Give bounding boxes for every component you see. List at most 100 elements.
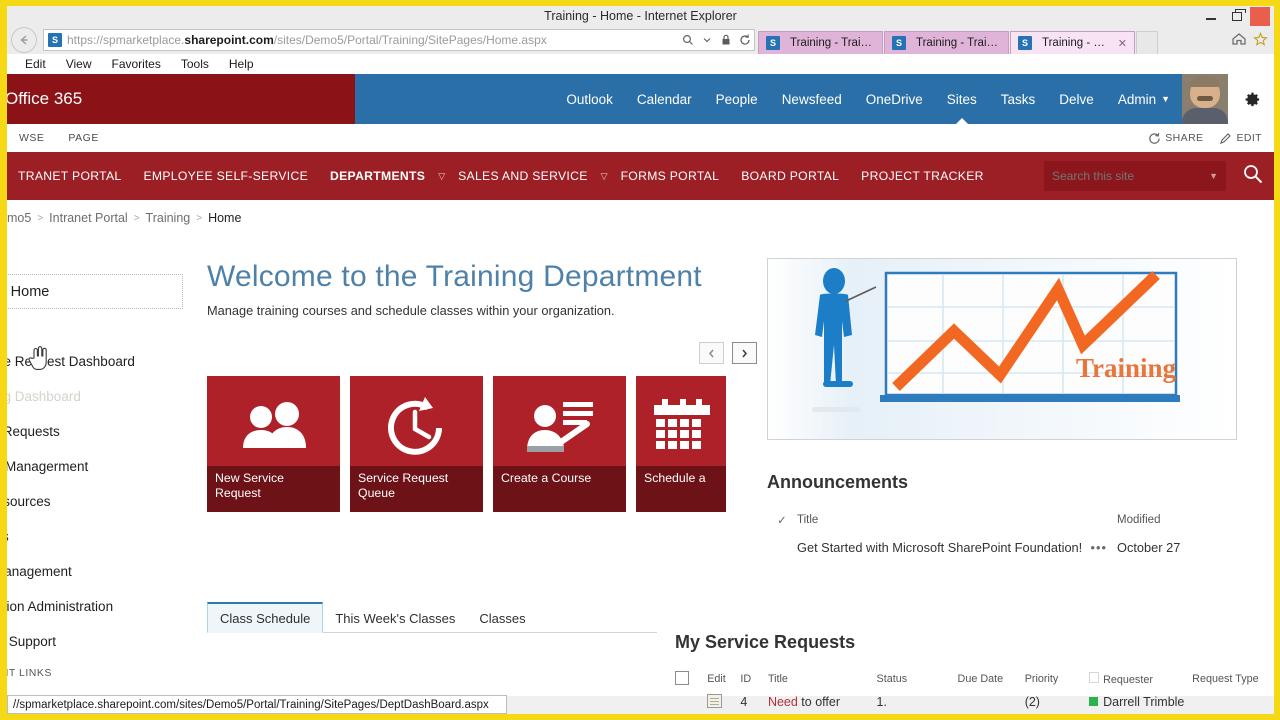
tab-this-weeks-classes[interactable]: This Week's Classes [323, 604, 467, 632]
column-header-requester[interactable]: Requester [1089, 672, 1192, 686]
address-input[interactable]: S https://spmarketplace.sharepoint.com/s… [43, 29, 755, 51]
edit-links-button[interactable]: ✎ EDIT LINKS [0, 659, 184, 687]
close-button[interactable] [1250, 7, 1270, 26]
nav-item-board-portal[interactable]: BOARD PORTAL [730, 169, 850, 183]
chevron-down-icon[interactable]: ▽ [599, 171, 610, 182]
browser-tab-3-active[interactable]: S Training - Home ✕ [1010, 31, 1135, 54]
browser-tab-2[interactable]: S Training - Trainin... [884, 31, 1009, 54]
column-header-id[interactable]: ID [740, 673, 768, 685]
carousel-prev-button[interactable] [699, 342, 724, 364]
avatar[interactable] [1182, 74, 1228, 124]
row-edit-button[interactable] [707, 694, 740, 711]
column-header-due-date[interactable]: Due Date [958, 673, 1025, 685]
sidebar-item-application-administration[interactable]: plication Administration [0, 589, 184, 624]
suite-link-newsfeed[interactable]: Newsfeed [770, 74, 854, 124]
browser-tab-label: Training - Trainin... [790, 37, 875, 49]
cell-title[interactable]: Need to offer [768, 695, 877, 709]
browser-tab-1[interactable]: S Training - Trainin... [758, 31, 883, 54]
menu-item-edit[interactable]: Edit [15, 57, 56, 71]
tile-caption: Schedule a [636, 466, 726, 512]
quick-launch-sidebar: ining Home ome ervice Request Dashboard … [0, 274, 184, 715]
sidebar-item-install-support[interactable]: tall & Support [0, 624, 184, 659]
suite-link-delve[interactable]: Delve [1047, 74, 1106, 124]
sidebar-item-training-home[interactable]: ining Home [0, 274, 183, 309]
sidebar-item-training-dashboard[interactable]: aining Dashboard [0, 379, 184, 414]
chevron-down-icon[interactable]: ▼ [1209, 171, 1218, 181]
promoted-links-tiles: New Service Request Service Request Queu… [207, 376, 767, 512]
ribbon-tab-browse[interactable]: WSE [7, 132, 56, 144]
chevron-down-icon: ▼ [1161, 94, 1170, 104]
breadcrumb-item-training[interactable]: Training [146, 211, 191, 225]
sidebar-item-staff-resources[interactable]: ff Resources [0, 484, 184, 519]
nav-item-departments[interactable]: DEPARTMENTS [319, 169, 436, 183]
nav-item-sales-and-service[interactable]: SALES AND SERVICE [447, 169, 599, 183]
office365-brand[interactable]: Office 365 [7, 74, 355, 124]
browser-tab-label: Training - Trainin... [916, 37, 1001, 49]
column-header-priority[interactable]: Priority [1025, 673, 1089, 685]
nav-item-intranet-portal[interactable]: TRANET PORTAL [7, 169, 132, 183]
edit-icon [707, 694, 722, 708]
suite-link-calendar[interactable]: Calendar [625, 74, 704, 124]
site-search-box[interactable]: ▼ [1044, 161, 1226, 191]
breadcrumb-item-demo5[interactable]: mo5 [7, 211, 31, 225]
menu-item-tools[interactable]: Tools [171, 57, 219, 71]
tile-create-a-course[interactable]: Create a Course [493, 376, 626, 512]
column-header-status[interactable]: Status [877, 673, 958, 685]
breadcrumb: mo5 > Intranet Portal > Training > Home [7, 200, 1274, 236]
minimize-button[interactable] [1198, 7, 1224, 26]
suite-nav-links: Outlook Calendar People Newsfeed OneDriv… [554, 74, 1182, 124]
suite-link-admin[interactable]: Admin ▼ [1106, 74, 1182, 124]
carousel-next-button[interactable] [732, 342, 757, 364]
suite-link-people[interactable]: People [704, 74, 770, 124]
suite-link-onedrive[interactable]: OneDrive [854, 74, 935, 124]
chevron-down-icon[interactable] [699, 30, 714, 50]
suite-link-tasks[interactable]: Tasks [989, 74, 1048, 124]
edit-button[interactable]: EDIT [1219, 132, 1262, 145]
home-icon[interactable] [1231, 32, 1247, 49]
search-input[interactable] [1052, 169, 1192, 183]
close-icon[interactable]: ✕ [1118, 37, 1127, 50]
column-header-title[interactable]: Title [768, 673, 877, 685]
refresh-icon[interactable] [737, 30, 752, 50]
suite-link-outlook[interactable]: Outlook [554, 74, 625, 124]
magnifier-icon[interactable] [1242, 163, 1264, 190]
announcement-title[interactable]: Get Started with Microsoft SharePoint Fo… [797, 540, 1091, 555]
sidebar-item-home[interactable]: ome [0, 309, 184, 344]
table-row[interactable]: 4 Need to offer 1. (2) Darrell Trimble [675, 690, 1275, 714]
column-header-request-type[interactable]: Request Type [1192, 673, 1275, 685]
search-icon[interactable] [680, 30, 695, 50]
sidebar-item-portal-management[interactable]: tal Management [0, 554, 184, 589]
suite-link-sites[interactable]: Sites [935, 74, 989, 124]
settings-button[interactable] [1228, 74, 1274, 124]
tile-schedule-a-class[interactable]: Schedule a [636, 376, 726, 512]
menu-item-favorites[interactable]: Favorites [101, 57, 170, 71]
new-tab-button[interactable] [1136, 31, 1158, 54]
row-ellipsis-menu[interactable]: ••• [1091, 540, 1117, 555]
back-button[interactable] [11, 27, 37, 53]
tab-class-schedule[interactable]: Class Schedule [207, 602, 323, 633]
column-header-edit[interactable]: Edit [707, 673, 740, 685]
tile-new-service-request[interactable]: New Service Request [207, 376, 340, 512]
nav-item-employee-self-service[interactable]: EMPLOYEE SELF-SERVICE [132, 169, 319, 183]
menu-item-help[interactable]: Help [219, 57, 264, 71]
select-all-checkbox[interactable] [675, 671, 707, 688]
menu-item-view[interactable]: View [56, 57, 102, 71]
nav-item-project-tracker[interactable]: PROJECT TRACKER [850, 169, 995, 183]
ribbon-tab-page[interactable]: PAGE [56, 132, 110, 144]
tile-service-request-queue[interactable]: Service Request Queue [350, 376, 483, 512]
sidebar-item-service-requests[interactable]: vice Requests [0, 414, 184, 449]
cell-requester-name[interactable]: Darrell Trimble [1103, 695, 1184, 709]
share-button[interactable]: SHARE [1148, 132, 1203, 145]
avatar-hair [1190, 76, 1220, 87]
sidebar-item-course-management[interactable]: urse Managerment [0, 449, 184, 484]
nav-item-forms-portal[interactable]: FORMS PORTAL [610, 169, 731, 183]
tab-classes[interactable]: Classes [467, 604, 537, 632]
breadcrumb-item-intranet-portal[interactable]: Intranet Portal [49, 211, 128, 225]
sidebar-item-libraries[interactable]: raries [0, 519, 184, 554]
chevron-down-icon[interactable]: ▽ [436, 171, 447, 182]
maximize-button[interactable] [1224, 7, 1250, 26]
right-column: Training Announcements ✓ Title [767, 236, 1267, 561]
announcement-row[interactable]: Get Started with Microsoft SharePoint Fo… [767, 533, 1227, 561]
favorites-star-icon[interactable] [1253, 32, 1268, 49]
back-arrow-icon [17, 33, 31, 47]
